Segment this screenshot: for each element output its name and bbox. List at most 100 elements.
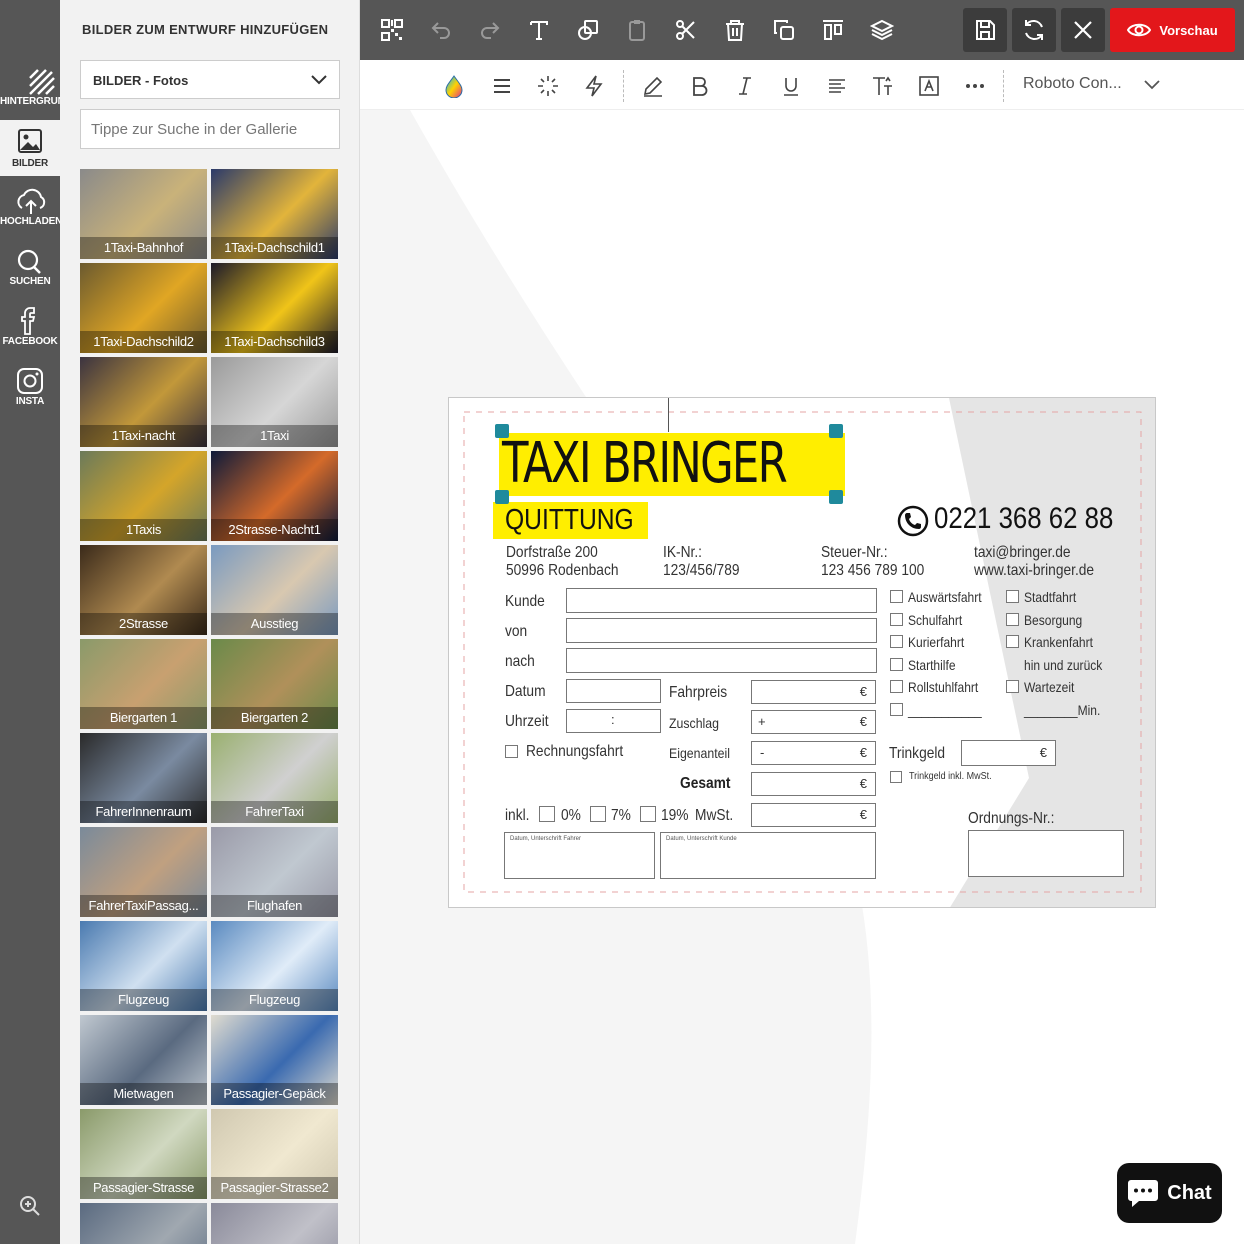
qr-code-button[interactable] bbox=[372, 10, 412, 50]
align-button[interactable] bbox=[813, 10, 853, 50]
gallery-thumbnail[interactable]: Mietwagen bbox=[80, 1015, 207, 1105]
gesamt-field[interactable]: € bbox=[751, 772, 876, 796]
service-option-left-checkbox[interactable] bbox=[890, 590, 903, 603]
chat-button[interactable]: Chat bbox=[1117, 1163, 1222, 1223]
receipt-card[interactable]: TAXI BRINGER QUITTUNG 0221 368 62 88 Dor… bbox=[448, 397, 1156, 908]
gallery-thumbnail[interactable]: 1Taxi-Dachschild3 bbox=[211, 263, 338, 353]
company-name[interactable]: TAXI BRINGER bbox=[502, 431, 788, 496]
rail-item-instagram[interactable]: INSTA bbox=[0, 366, 60, 407]
resize-handle-br[interactable] bbox=[829, 490, 843, 504]
rail-item-images[interactable]: BILDER bbox=[0, 120, 60, 176]
gallery-thumbnail[interactable]: Passagier-Strasse bbox=[80, 1109, 207, 1199]
rail-item-facebook[interactable]: FACEBOOK bbox=[0, 306, 60, 347]
line-spacing-button[interactable] bbox=[488, 72, 516, 100]
gallery-thumbnail[interactable]: 1Taxi-Dachschild2 bbox=[80, 263, 207, 353]
layers-button[interactable] bbox=[862, 10, 902, 50]
gallery-thumbnail[interactable] bbox=[211, 1203, 338, 1244]
von-field[interactable] bbox=[566, 618, 877, 643]
gallery-thumbnail[interactable]: 2Strasse bbox=[80, 545, 207, 635]
resize-handle-bl[interactable] bbox=[495, 490, 509, 504]
trinkgeld-inkl-checkbox[interactable] bbox=[890, 771, 902, 783]
text-size-button[interactable] bbox=[869, 72, 897, 100]
refresh-button[interactable] bbox=[1012, 8, 1056, 52]
rail-item-background[interactable]: HINTERGRUND bbox=[0, 66, 60, 107]
gallery-thumbnail[interactable]: Biergarten 2 bbox=[211, 639, 338, 729]
gallery-thumbnail[interactable]: Passagier-Strasse2 bbox=[211, 1109, 338, 1199]
gallery-thumbnail[interactable]: Ausstieg bbox=[211, 545, 338, 635]
font-family-select[interactable]: Roboto Con... bbox=[1023, 75, 1122, 93]
service-option-right-checkbox[interactable] bbox=[1006, 680, 1019, 693]
trinkgeld-field[interactable]: € bbox=[961, 740, 1056, 766]
service-option-right-checkbox[interactable] bbox=[1006, 612, 1019, 626]
text-box-button[interactable] bbox=[915, 72, 943, 100]
datum-field[interactable] bbox=[566, 679, 661, 703]
service-option-left-checkbox[interactable] bbox=[890, 635, 903, 648]
gallery-thumbnail[interactable]: 1Taxi-Bahnhof bbox=[80, 169, 207, 259]
color-button[interactable] bbox=[440, 72, 468, 100]
chevron-down-icon[interactable] bbox=[1144, 78, 1160, 97]
service-option-left-checkbox[interactable] bbox=[890, 680, 903, 693]
gallery-thumbnail[interactable]: 2Strasse-Nacht1 bbox=[211, 451, 338, 541]
close-button[interactable] bbox=[1061, 8, 1105, 52]
duplicate-button[interactable] bbox=[764, 10, 804, 50]
rail-item-search[interactable]: SUCHEN bbox=[0, 246, 60, 287]
gallery-thumbnail[interactable]: Flugzeug bbox=[211, 921, 338, 1011]
gallery-thumbnail[interactable]: Flugzeug bbox=[80, 921, 207, 1011]
gallery-thumbnail[interactable]: Passagier-Gepäck bbox=[211, 1015, 338, 1105]
gallery-thumbnail[interactable] bbox=[80, 1203, 207, 1244]
edit-text-button[interactable] bbox=[639, 72, 667, 100]
resize-handle-tl[interactable] bbox=[495, 424, 509, 438]
vat-0-checkbox[interactable] bbox=[539, 806, 555, 822]
nach-field[interactable] bbox=[566, 648, 877, 673]
ordnungs-field[interactable] bbox=[968, 830, 1124, 877]
flash-button[interactable] bbox=[580, 72, 608, 100]
gallery-thumbnail[interactable]: 1Taxis bbox=[80, 451, 207, 541]
shape-button[interactable] bbox=[568, 10, 608, 50]
zoom-in-icon[interactable] bbox=[18, 1194, 42, 1218]
cut-button[interactable] bbox=[666, 10, 706, 50]
category-select[interactable]: BILDER - Fotos bbox=[80, 60, 340, 99]
customer-signature-field[interactable]: Datum, Unterschrift Kunde bbox=[660, 832, 876, 879]
kunde-field[interactable] bbox=[566, 588, 877, 613]
driver-signature-field[interactable]: Datum, Unterschrift Fahrer bbox=[504, 832, 655, 879]
service-option-right-checkbox[interactable] bbox=[1006, 635, 1019, 648]
gallery-thumbnail[interactable]: FahrerTaxiPassag... bbox=[80, 827, 207, 917]
effects-button[interactable] bbox=[534, 72, 562, 100]
service-option-left-checkbox[interactable] bbox=[890, 657, 903, 671]
save-button[interactable] bbox=[963, 8, 1007, 52]
receipt-subtitle[interactable]: QUITTUNG bbox=[505, 504, 634, 537]
undo-button[interactable] bbox=[421, 10, 461, 50]
preview-button[interactable]: Vorschau bbox=[1110, 8, 1235, 52]
gallery-thumbnail[interactable]: FahrerInnenraum bbox=[80, 733, 207, 823]
redo-button[interactable] bbox=[470, 10, 510, 50]
gallery-thumbnail[interactable]: 1Taxi bbox=[211, 357, 338, 447]
text-align-button[interactable] bbox=[823, 72, 851, 100]
rail-item-upload[interactable]: HOCHLADEN bbox=[0, 186, 60, 227]
service-option-left-checkbox[interactable] bbox=[890, 612, 903, 626]
bold-button[interactable] bbox=[685, 72, 713, 100]
uhrzeit-field[interactable]: : bbox=[566, 709, 661, 733]
underline-button[interactable] bbox=[777, 72, 805, 100]
gallery-thumbnail[interactable]: FahrerTaxi bbox=[211, 733, 338, 823]
zuschlag-field[interactable]: + € bbox=[751, 710, 876, 734]
gallery-search-input[interactable] bbox=[80, 109, 340, 149]
rechnungsfahrt-checkbox[interactable] bbox=[505, 745, 518, 758]
more-options-button[interactable] bbox=[961, 72, 989, 100]
mwst-field[interactable]: € bbox=[751, 803, 876, 827]
service-option-left-checkbox[interactable] bbox=[890, 702, 903, 716]
rotate-handle[interactable] bbox=[662, 397, 676, 398]
service-option-right-checkbox[interactable] bbox=[1006, 590, 1019, 603]
vat-19-checkbox[interactable] bbox=[640, 806, 656, 822]
gallery-thumbnail[interactable]: 1Taxi-Dachschild1 bbox=[211, 169, 338, 259]
delete-button[interactable] bbox=[715, 10, 755, 50]
resize-handle-tr[interactable] bbox=[829, 424, 843, 438]
gallery-thumbnail[interactable]: Flughafen bbox=[211, 827, 338, 917]
italic-button[interactable] bbox=[731, 72, 759, 100]
vat-7-checkbox[interactable] bbox=[590, 806, 606, 822]
paste-button[interactable] bbox=[617, 10, 657, 50]
gallery-thumbnail[interactable]: 1Taxi-nacht bbox=[80, 357, 207, 447]
fahrpreis-field[interactable]: € bbox=[751, 680, 876, 704]
gallery-thumbnail[interactable]: Biergarten 1 bbox=[80, 639, 207, 729]
add-text-button[interactable] bbox=[519, 10, 559, 50]
eigenanteil-field[interactable]: - € bbox=[751, 741, 876, 765]
